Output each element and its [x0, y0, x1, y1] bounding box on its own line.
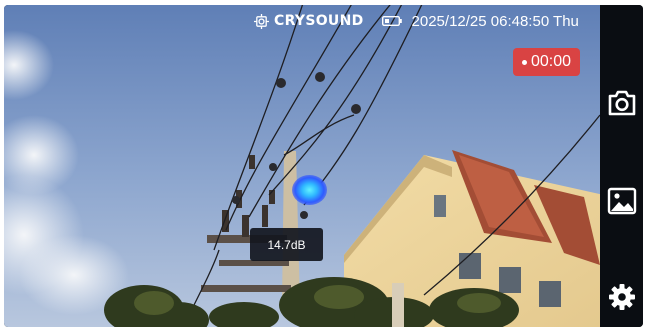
camera-view: 14.7dB CRYSOUND 2025/12/25 06:48:50 Thu … — [4, 5, 600, 327]
brand-logo-icon — [254, 13, 269, 29]
sound-source-hotspot — [292, 175, 327, 205]
recording-timer-badge: 00:00 — [513, 48, 580, 76]
brand-name: CRYSOUND — [274, 13, 364, 29]
date-time: 2025/12/25 06:48:50 Thu — [411, 12, 579, 30]
camera-scene — [4, 5, 600, 327]
gallery-icon — [607, 187, 637, 215]
battery-icon — [381, 16, 402, 26]
recording-timer: 00:00 — [530, 53, 572, 70]
camera-icon — [608, 90, 636, 116]
capture-button[interactable] — [606, 87, 638, 119]
settings-icon — [609, 284, 635, 310]
side-toolbar — [600, 5, 643, 327]
status-bar: CRYSOUND 2025/12/25 06:48:50 Thu — [254, 11, 596, 31]
app-window: 14.7dB CRYSOUND 2025/12/25 06:48:50 Thu … — [4, 5, 643, 327]
decibel-readout: 14.7dB — [250, 228, 323, 261]
gallery-button[interactable] — [606, 185, 638, 217]
brand: CRYSOUND — [254, 13, 364, 29]
record-dot-icon — [521, 59, 527, 65]
decibel-value: 14.7dB — [267, 237, 306, 252]
settings-button[interactable] — [606, 281, 638, 313]
